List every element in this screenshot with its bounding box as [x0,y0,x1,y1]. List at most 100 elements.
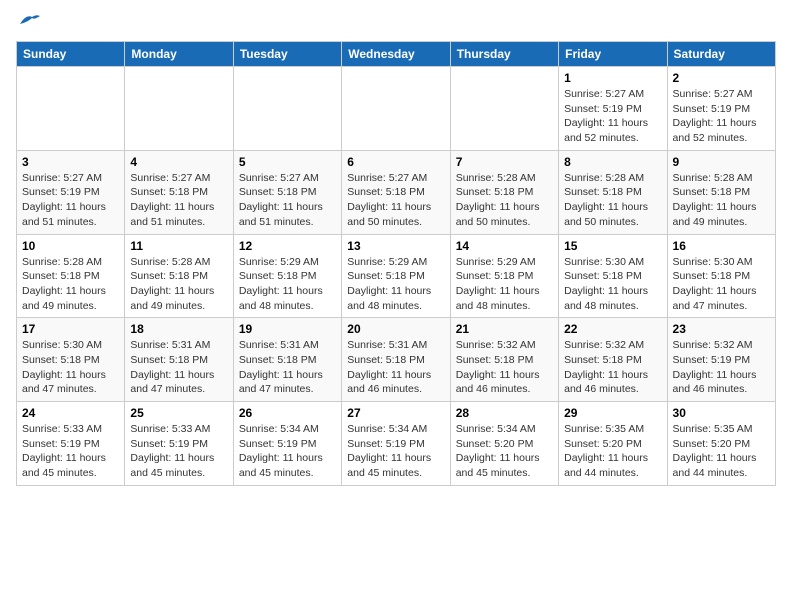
calendar-cell [450,67,558,151]
calendar-cell: 7Sunrise: 5:28 AMSunset: 5:18 PMDaylight… [450,150,558,234]
day-info: Sunrise: 5:28 AMSunset: 5:18 PMDaylight:… [564,171,661,230]
day-info: Sunrise: 5:27 AMSunset: 5:19 PMDaylight:… [564,87,661,146]
calendar-cell: 4 Sunrise: 5:27 AMSunset: 5:18 PMDaylight… [125,150,233,234]
calendar-day-header: Wednesday [342,42,450,67]
day-number: 2 [673,71,770,85]
calendar-cell: 2 Sunrise: 5:27 AMSunset: 5:19 PMDaylight… [667,67,775,151]
day-info: Sunrise: 5:27 AMSunset: 5:18 PMDaylight:… [130,171,227,230]
day-info: Sunrise: 5:29 AMSunset: 5:18 PMDaylight:… [347,255,444,314]
calendar-cell: 20 Sunrise: 5:31 AMSunset: 5:18 PMDayligh… [342,318,450,402]
day-info: Sunrise: 5:29 AMSunset: 5:18 PMDaylight:… [239,255,336,314]
day-number: 23 [673,322,770,336]
day-info: Sunrise: 5:31 AMSunset: 5:18 PMDaylight:… [130,338,227,397]
day-number: 8 [564,155,661,169]
day-number: 9 [673,155,770,169]
day-number: 22 [564,322,661,336]
day-info: Sunrise: 5:28 AMSunset: 5:18 PMDaylight:… [456,171,553,230]
logo-bird-icon [18,12,40,33]
calendar-cell: 29 Sunrise: 5:35 AMSunset: 5:20 PMDayligh… [559,402,667,486]
day-info: Sunrise: 5:33 AMSunset: 5:19 PMDaylight:… [22,422,119,481]
calendar-cell: 17 Sunrise: 5:30 AMSunset: 5:18 PMDayligh… [17,318,125,402]
day-number: 25 [130,406,227,420]
day-info: Sunrise: 5:27 AMSunset: 5:18 PMDaylight:… [347,171,444,230]
day-number: 29 [564,406,661,420]
day-number: 17 [22,322,119,336]
calendar-cell: 12 Sunrise: 5:29 AMSunset: 5:18 PMDayligh… [233,234,341,318]
calendar-cell [125,67,233,151]
calendar-table: SundayMondayTuesdayWednesdayThursdayFrid… [16,41,776,486]
calendar-cell: 30 Sunrise: 5:35 AMSunset: 5:20 PMDayligh… [667,402,775,486]
day-info: Sunrise: 5:31 AMSunset: 5:18 PMDaylight:… [347,338,444,397]
day-info: Sunrise: 5:27 AMSunset: 5:19 PMDaylight:… [673,87,770,146]
calendar-cell: 22 Sunrise: 5:32 AMSunset: 5:18 PMDayligh… [559,318,667,402]
calendar-cell: 16 Sunrise: 5:30 AMSunset: 5:18 PMDayligh… [667,234,775,318]
calendar-cell: 5 Sunrise: 5:27 AMSunset: 5:18 PMDaylight… [233,150,341,234]
day-number: 20 [347,322,444,336]
calendar-cell: 21Sunrise: 5:32 AMSunset: 5:18 PMDayligh… [450,318,558,402]
day-info: Sunrise: 5:34 AMSunset: 5:20 PMDaylight:… [456,422,553,481]
logo [16,16,40,33]
day-info: Sunrise: 5:34 AMSunset: 5:19 PMDaylight:… [239,422,336,481]
day-info: Sunrise: 5:28 AMSunset: 5:18 PMDaylight:… [130,255,227,314]
day-number: 30 [673,406,770,420]
day-number: 28 [456,406,553,420]
calendar-cell: 23 Sunrise: 5:32 AMSunset: 5:19 PMDayligh… [667,318,775,402]
day-info: Sunrise: 5:35 AMSunset: 5:20 PMDaylight:… [673,422,770,481]
day-info: Sunrise: 5:27 AMSunset: 5:19 PMDaylight:… [22,171,119,230]
calendar-week-row: 10 Sunrise: 5:28 AMSunset: 5:18 PMDayligh… [17,234,776,318]
calendar-cell: 10 Sunrise: 5:28 AMSunset: 5:18 PMDayligh… [17,234,125,318]
calendar-cell: 27 Sunrise: 5:34 AMSunset: 5:19 PMDayligh… [342,402,450,486]
day-info: Sunrise: 5:33 AMSunset: 5:19 PMDaylight:… [130,422,227,481]
day-number: 3 [22,155,119,169]
day-number: 4 [130,155,227,169]
calendar-cell: 11 Sunrise: 5:28 AMSunset: 5:18 PMDayligh… [125,234,233,318]
day-info: Sunrise: 5:35 AMSunset: 5:20 PMDaylight:… [564,422,661,481]
calendar-cell [17,67,125,151]
calendar-cell: 18 Sunrise: 5:31 AMSunset: 5:18 PMDayligh… [125,318,233,402]
day-info: Sunrise: 5:30 AMSunset: 5:18 PMDaylight:… [564,255,661,314]
calendar-day-header: Tuesday [233,42,341,67]
day-info: Sunrise: 5:32 AMSunset: 5:19 PMDaylight:… [673,338,770,397]
day-number: 13 [347,239,444,253]
day-number: 10 [22,239,119,253]
calendar-cell: 14 Sunrise: 5:29 AMSunset: 5:18 PMDayligh… [450,234,558,318]
day-info: Sunrise: 5:28 AMSunset: 5:18 PMDaylight:… [673,171,770,230]
day-number: 5 [239,155,336,169]
calendar-cell: 25 Sunrise: 5:33 AMSunset: 5:19 PMDayligh… [125,402,233,486]
day-info: Sunrise: 5:28 AMSunset: 5:18 PMDaylight:… [22,255,119,314]
calendar-day-header: Saturday [667,42,775,67]
day-number: 21 [456,322,553,336]
day-number: 24 [22,406,119,420]
day-number: 18 [130,322,227,336]
calendar-week-row: 1 Sunrise: 5:27 AMSunset: 5:19 PMDaylight… [17,67,776,151]
calendar-cell: 24 Sunrise: 5:33 AMSunset: 5:19 PMDayligh… [17,402,125,486]
calendar-cell: 28 Sunrise: 5:34 AMSunset: 5:20 PMDayligh… [450,402,558,486]
calendar-cell: 19Sunrise: 5:31 AMSunset: 5:18 PMDayligh… [233,318,341,402]
day-number: 11 [130,239,227,253]
day-info: Sunrise: 5:27 AMSunset: 5:18 PMDaylight:… [239,171,336,230]
day-number: 14 [456,239,553,253]
day-number: 27 [347,406,444,420]
calendar-day-header: Thursday [450,42,558,67]
calendar-week-row: 17 Sunrise: 5:30 AMSunset: 5:18 PMDayligh… [17,318,776,402]
calendar-header-row: SundayMondayTuesdayWednesdayThursdayFrid… [17,42,776,67]
day-info: Sunrise: 5:30 AMSunset: 5:18 PMDaylight:… [673,255,770,314]
day-number: 26 [239,406,336,420]
calendar-cell: 15 Sunrise: 5:30 AMSunset: 5:18 PMDayligh… [559,234,667,318]
day-number: 15 [564,239,661,253]
calendar-week-row: 24 Sunrise: 5:33 AMSunset: 5:19 PMDayligh… [17,402,776,486]
day-info: Sunrise: 5:30 AMSunset: 5:18 PMDaylight:… [22,338,119,397]
calendar-day-header: Monday [125,42,233,67]
day-number: 16 [673,239,770,253]
day-number: 12 [239,239,336,253]
day-info: Sunrise: 5:31 AMSunset: 5:18 PMDaylight:… [239,338,336,397]
day-number: 1 [564,71,661,85]
day-info: Sunrise: 5:29 AMSunset: 5:18 PMDaylight:… [456,255,553,314]
calendar-cell: 26 Sunrise: 5:34 AMSunset: 5:19 PMDayligh… [233,402,341,486]
calendar-cell: 1 Sunrise: 5:27 AMSunset: 5:19 PMDaylight… [559,67,667,151]
day-info: Sunrise: 5:34 AMSunset: 5:19 PMDaylight:… [347,422,444,481]
day-info: Sunrise: 5:32 AMSunset: 5:18 PMDaylight:… [564,338,661,397]
calendar-cell [342,67,450,151]
calendar-cell [233,67,341,151]
calendar-week-row: 3 Sunrise: 5:27 AMSunset: 5:19 PMDaylight… [17,150,776,234]
